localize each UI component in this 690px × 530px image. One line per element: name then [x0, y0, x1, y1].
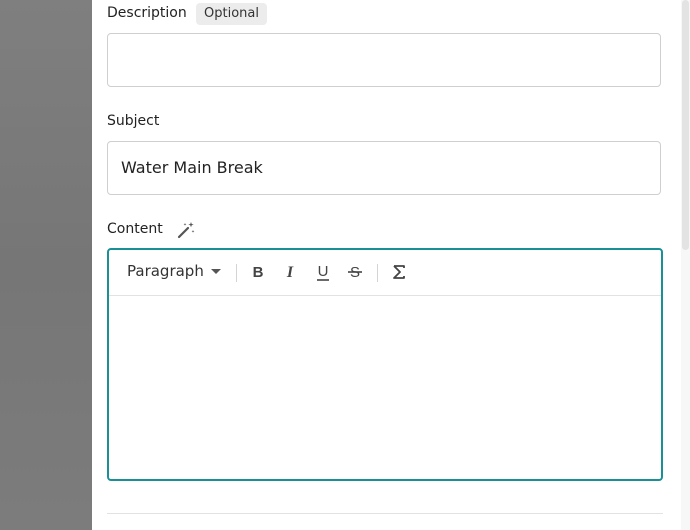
chevron-down-icon[interactable]	[211, 269, 221, 274]
svg-text:I: I	[286, 264, 294, 281]
toolbar-divider	[236, 264, 237, 282]
sigma-icon[interactable]	[389, 261, 409, 283]
scrollbar-thumb[interactable]	[682, 0, 689, 250]
svg-text:B: B	[253, 264, 264, 281]
subject-label: Subject	[107, 113, 160, 129]
description-label: Description	[107, 5, 187, 21]
modal-overlay[interactable]	[0, 0, 92, 530]
underline-icon[interactable]: U	[313, 261, 333, 283]
strikethrough-icon[interactable]: S	[345, 261, 365, 283]
editor-content-area[interactable]	[109, 296, 661, 479]
magic-wand-icon[interactable]	[176, 220, 196, 240]
subject-input[interactable]	[107, 141, 661, 195]
section-divider	[107, 513, 663, 514]
bold-icon[interactable]: B	[248, 261, 268, 283]
block-style-dropdown[interactable]: Paragraph	[127, 262, 204, 280]
toolbar-divider	[377, 264, 378, 282]
scrollbar[interactable]	[681, 0, 690, 530]
svg-text:U: U	[318, 263, 329, 280]
optional-badge: Optional	[196, 3, 267, 25]
italic-icon[interactable]: I	[280, 261, 300, 283]
content-label: Content	[107, 221, 163, 237]
rich-text-editor[interactable]: Paragraph B I U S	[107, 248, 663, 481]
description-input[interactable]	[107, 33, 661, 87]
editor-toolbar: Paragraph B I U S	[109, 250, 661, 296]
